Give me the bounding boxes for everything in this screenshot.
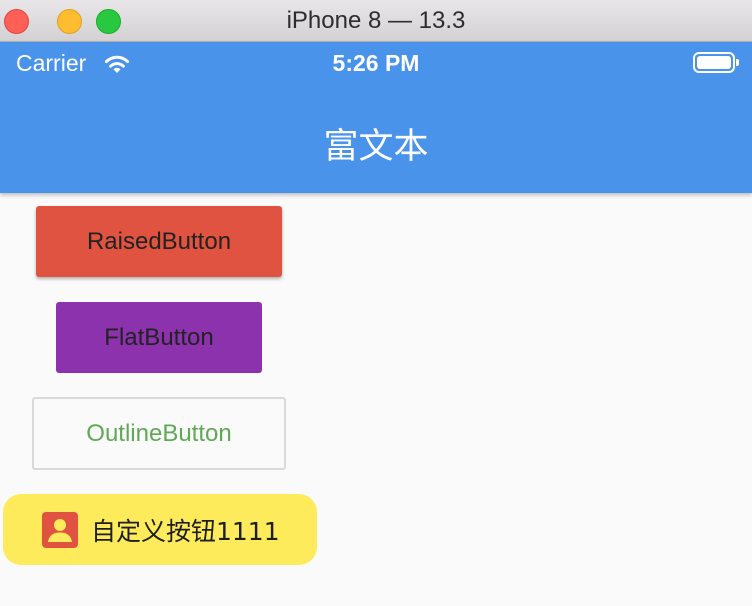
custom-button-label: 自定义按钮1111 [91,516,280,546]
window-title-bar: iPhone 8 — 13.3 [0,0,752,42]
app-bar: Carrier 5:26 PM 富文本 [0,42,752,193]
flat-button[interactable]: FlatButton [56,302,262,373]
window-title: iPhone 8 — 13.3 [286,7,466,34]
flat-button-label: FlatButton [104,323,214,351]
outline-button-label: OutlineButton [86,419,232,447]
battery-icon [693,52,739,73]
status-time: 5:26 PM [332,50,420,76]
raised-button-label: RaisedButton [86,227,232,255]
simulator-window: iPhone 8 — 13.3 Carrier 5:26 PM 富文本 Rais… [0,0,752,606]
page-title: 富文本 [323,127,429,167]
custom-button[interactable]: 自定义按钮1111 [3,494,317,565]
outline-button[interactable]: OutlineButton [32,397,286,470]
raised-button[interactable]: RaisedButton [36,206,282,277]
account-box-icon [42,511,78,548]
